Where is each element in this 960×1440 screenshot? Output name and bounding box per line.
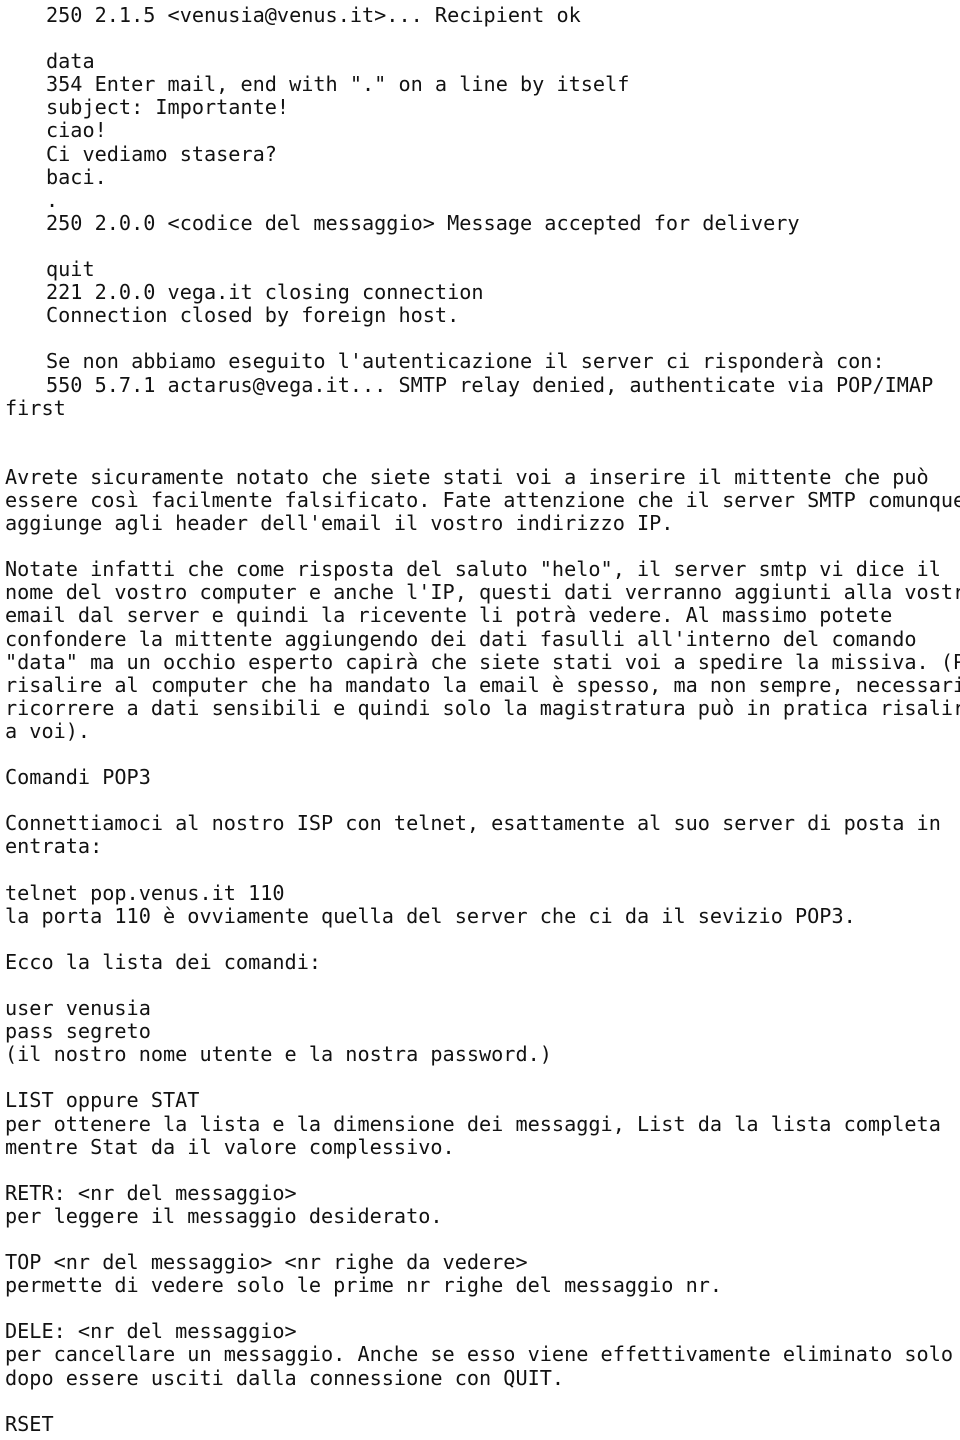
text-line-blank <box>5 443 960 466</box>
text-line-blank <box>5 1159 960 1182</box>
text-line: a voi). <box>5 718 91 743</box>
text-line: subject: Importante! <box>46 95 290 120</box>
document-text-body: 250 2.1.5 <venusia@venus.it>... Recipien… <box>0 3 960 1436</box>
text-line: telnet pop.venus.it 110 <box>5 880 285 905</box>
text-line: LIST oppure STAT <box>5 1088 200 1113</box>
text-line: 354 Enter mail, end with "." on a line b… <box>46 72 630 97</box>
text-line-blank <box>5 535 960 558</box>
text-line-blank <box>5 235 960 258</box>
text-line: per cancellare un messaggio. Anche se es… <box>5 1342 954 1367</box>
text-line-blank <box>5 1390 960 1413</box>
text-line: Avrete sicuramente notato che siete stat… <box>5 464 929 489</box>
text-line: mentre Stat da il valore complessivo. <box>5 1134 455 1159</box>
text-line: first <box>5 395 66 420</box>
text-line-blank <box>5 928 960 951</box>
text-line: 221 2.0.0 vega.it closing connection <box>46 280 484 305</box>
text-line: baci. <box>46 164 107 189</box>
text-line-blank <box>5 1297 960 1320</box>
text-line: RETR: <nr del messaggio> <box>5 1180 297 1205</box>
text-line-blank <box>5 1228 960 1251</box>
text-line-blank <box>5 974 960 997</box>
text-line: quit <box>46 257 95 282</box>
text-line: la porta 110 è ovviamente quella del ser… <box>5 903 856 928</box>
text-line: (il nostro nome utente e la nostra passw… <box>5 1042 552 1067</box>
text-line: . <box>46 187 59 212</box>
text-line: Se non abbiamo eseguito l'autenticazione… <box>46 349 885 374</box>
text-line: aggiunge agli header dell'email il vostr… <box>5 511 674 536</box>
text-line: 250 2.0.0 <codice del messaggio> Message… <box>46 210 800 235</box>
text-line: Notate infatti che come risposta del sal… <box>5 557 941 582</box>
text-line-blank <box>5 420 960 443</box>
text-line: entrata: <box>5 834 103 859</box>
text-line: ciao! <box>46 118 107 143</box>
text-line-blank <box>5 327 960 350</box>
document-page: 250 2.1.5 <venusia@venus.it>... Recipien… <box>0 0 960 1440</box>
text-line: confondere la mittente aggiungendo dei d… <box>5 626 917 651</box>
text-line: TOP <nr del messaggio> <nr righe da vede… <box>5 1250 528 1275</box>
text-line: Comandi POP3 <box>5 765 151 790</box>
text-line-blank <box>5 858 960 881</box>
text-line: ricorrere a dati sensibili e quindi solo… <box>5 695 960 720</box>
text-line: user venusia <box>5 996 151 1021</box>
text-line: Connettiamoci al nostro ISP con telnet, … <box>5 811 941 836</box>
text-line: 250 2.1.5 <venusia@venus.it>... Recipien… <box>46 3 581 27</box>
text-line: per leggere il messaggio desiderato. <box>5 1203 443 1228</box>
text-line: Ecco la lista dei comandi: <box>5 949 322 974</box>
text-line: 550 5.7.1 actarus@vega.it... SMTP relay … <box>46 372 934 397</box>
text-line: RSET <box>5 1411 54 1436</box>
text-line: dopo essere usciti dalla connessione con… <box>5 1365 565 1390</box>
text-line: Connection closed by foreign host. <box>46 303 460 328</box>
text-line-blank <box>5 743 960 766</box>
text-line: data <box>46 49 95 74</box>
text-line: pass segreto <box>5 1019 151 1044</box>
text-line: permette di vedere solo le prime nr righ… <box>5 1273 723 1298</box>
text-line: "data" ma un occhio esperto capirà che s… <box>5 649 960 674</box>
text-line: essere così facilmente falsificato. Fate… <box>5 487 960 512</box>
text-line: risalire al computer che ha mandato la e… <box>5 672 960 697</box>
text-line: Ci vediamo stasera? <box>46 141 277 166</box>
text-line-blank <box>5 789 960 812</box>
text-line: DELE: <nr del messaggio> <box>5 1319 297 1344</box>
text-line-blank <box>5 27 960 50</box>
text-line: per ottenere la lista e la dimensione de… <box>5 1111 941 1136</box>
text-line-blank <box>5 1066 960 1089</box>
text-line: nome del vostro computer e anche l'IP, q… <box>5 580 960 605</box>
text-line: email dal server e quindi la ricevente l… <box>5 603 893 628</box>
